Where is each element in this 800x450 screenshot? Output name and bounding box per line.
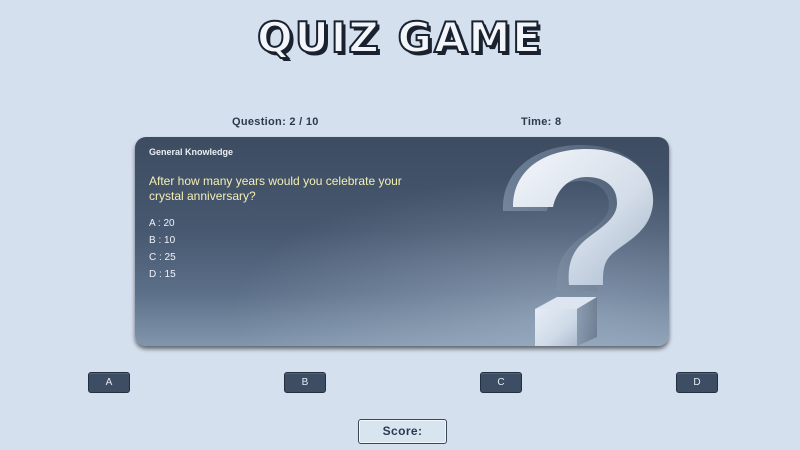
game-logo: QUIZ GAME QUIZ GAME [256,12,544,65]
answer-options-list: A : 20 B : 10 C : 25 D : 15 [149,218,176,286]
option-c: C : 25 [149,252,176,263]
answer-b-button[interactable]: B [284,372,326,393]
answer-c-button[interactable]: C [480,372,522,393]
question-counter: Question: 2 / 10 [232,116,319,128]
question-card: General Knowledge After how many years w… [135,137,669,346]
option-b: B : 10 [149,235,176,246]
logo-text: QUIZ GAME [257,13,543,62]
question-mark-icon [502,145,654,346]
question-category: General Knowledge [149,147,234,157]
option-a: A : 20 [149,218,175,229]
timer: Time: 8 [521,116,562,128]
score-display: Score: [358,419,447,444]
option-d: D : 15 [149,269,176,280]
question-text: After how many years would you celebrate… [149,174,402,203]
answer-d-button[interactable]: D [676,372,718,393]
answer-a-button[interactable]: A [88,372,130,393]
